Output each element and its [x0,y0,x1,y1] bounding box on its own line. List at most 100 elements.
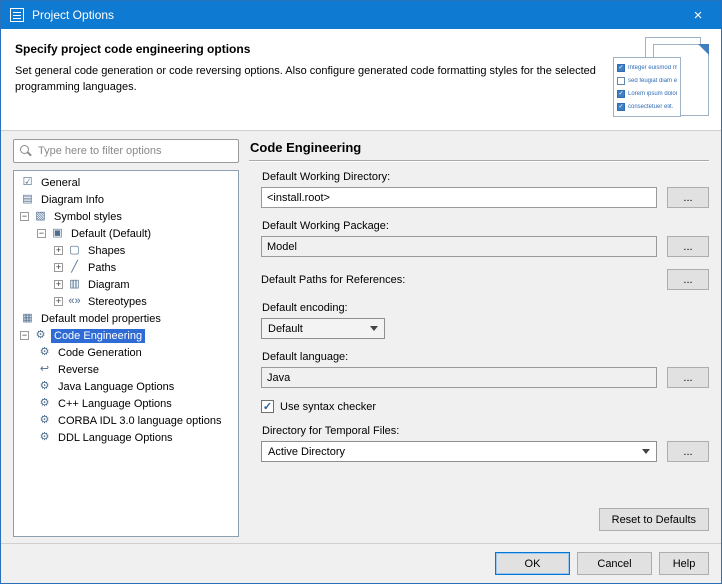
stereotypes-icon: «» [67,296,82,307]
panel-separator [249,160,709,162]
tree-item-paths[interactable]: + ╱ Paths [14,259,238,276]
collapse-toggle[interactable]: − [20,212,29,221]
tree-item-default-default[interactable]: − ▣ Default (Default) [14,225,238,242]
header-title: Specify project code engineering options [15,42,707,56]
browse-language-button[interactable]: ... [667,367,709,388]
project-options-icon [10,8,24,22]
tree-item-label: Diagram [85,278,133,292]
close-icon: × [694,7,703,24]
help-button[interactable]: Help [659,552,709,575]
tree-item-label: Java Language Options [55,380,177,394]
main-content: ☑ General ▤ Diagram Info − ▧ Symbol styl… [1,131,721,543]
default-encoding-select[interactable]: Default [261,318,385,339]
dialog-footer: OK Cancel Help [1,543,721,583]
use-syntax-checker-checkbox[interactable]: ✓ [261,400,274,413]
diagram-icon: ▥ [67,279,82,290]
page-fold-icon [698,44,709,55]
expand-toggle[interactable]: + [54,297,63,306]
collapse-toggle[interactable]: − [37,229,46,238]
use-syntax-checker-label: Use syntax checker [280,401,376,413]
tree-item-label: Symbol styles [51,210,125,224]
tree-item-label: General [38,176,83,190]
ok-button[interactable]: OK [495,552,570,575]
paths-icon: ╱ [67,262,82,273]
header: Specify project code engineering options… [1,29,721,131]
reset-to-defaults-button[interactable]: Reset to Defaults [599,508,709,531]
ddl-options-icon: ⚙ [37,432,52,443]
filter-options-input[interactable] [13,139,239,163]
tree-item-label: Stereotypes [85,295,150,309]
tree-item-corba-idl-language-options[interactable]: ⚙ CORBA IDL 3.0 language options [14,412,238,429]
close-button[interactable]: × [675,1,721,29]
tree-item-label: Default (Default) [68,227,154,241]
checked-checkbox-icon: ✓ [617,90,625,98]
diagram-info-icon: ▤ [20,194,35,205]
tree-item-default-model-properties[interactable]: ▦ Default model properties [14,310,238,327]
model-properties-icon: ▦ [20,313,35,324]
language-options-icon: ⚙ [37,398,52,409]
unchecked-checkbox-icon [617,77,625,85]
paths-for-references-label: Default Paths for References: [261,274,405,286]
tree-item-symbol-styles[interactable]: − ▧ Symbol styles [14,208,238,225]
tree-item-label: Shapes [85,244,128,258]
cancel-button[interactable]: Cancel [577,552,652,575]
tree-item-stereotypes[interactable]: + «» Stereotypes [14,293,238,310]
selected-encoding-value: Default [268,323,303,335]
temporal-files-select[interactable]: Active Directory [261,441,657,462]
checklist-icon: ☑ [20,177,35,188]
panel-title: Code Engineering [250,140,709,155]
doc-check-item: ✓ Lorem ipsum dolor [617,90,677,98]
tree-item-label: C++ Language Options [55,397,175,411]
tree-item-ddl-language-options[interactable]: ⚙ DDL Language Options [14,429,238,446]
collapse-toggle[interactable]: − [20,331,29,340]
tree-item-code-generation[interactable]: ⚙ Code Generation [14,344,238,361]
code-generation-icon: ⚙ [37,347,52,358]
tree-item-code-engineering[interactable]: − ⚙ Code Engineering [14,327,238,344]
default-language-label: Default language: [262,351,709,363]
language-options-icon: ⚙ [37,415,52,426]
shapes-icon: ▢ [67,245,82,256]
default-style-icon: ▣ [50,228,65,239]
expand-toggle[interactable]: + [54,280,63,289]
header-description: Set general code generation or code reve… [15,64,603,96]
checklist-card: ✓ Integer euismod mollis sed feugiat dia… [613,57,681,117]
doc-check-item: ✓ consectetuer elit. [617,103,677,111]
options-tree-column: ☑ General ▤ Diagram Info − ▧ Symbol styl… [13,139,239,537]
code-engineering-form: Default Working Directory: ... Default W… [249,171,709,537]
options-tree: ☑ General ▤ Diagram Info − ▧ Symbol styl… [13,170,239,537]
browse-working-package-button[interactable]: ... [667,236,709,257]
tree-item-java-language-options[interactable]: ⚙ Java Language Options [14,378,238,395]
browse-references-button[interactable]: ... [667,269,709,290]
checked-checkbox-icon: ✓ [617,64,625,72]
tree-item-label: Reverse [55,363,102,377]
tree-item-diagram-info[interactable]: ▤ Diagram Info [14,191,238,208]
browse-working-directory-button[interactable]: ... [667,187,709,208]
tree-item-reverse[interactable]: ↩ Reverse [14,361,238,378]
default-encoding-label: Default encoding: [262,302,709,314]
check-icon: ✓ [263,400,272,413]
doc-item-label: consectetuer elit. [628,104,673,110]
expand-toggle[interactable]: + [54,263,63,272]
tree-item-label: Code Engineering [51,329,145,343]
tree-item-label: Code Generation [55,346,145,360]
dropdown-arrow-icon [642,449,650,454]
default-language-input[interactable] [261,367,657,388]
browse-temporal-files-button[interactable]: ... [667,441,709,462]
dropdown-arrow-icon [370,326,378,331]
filter-box [13,139,239,163]
tree-item-shapes[interactable]: + ▢ Shapes [14,242,238,259]
doc-check-item: sed feugiat diam et. [617,77,677,85]
doc-item-label: Integer euismod mollis [628,65,677,71]
temporal-files-label: Directory for Temporal Files: [262,425,709,437]
tree-item-diagram[interactable]: + ▥ Diagram [14,276,238,293]
tree-item-label: Paths [85,261,119,275]
expand-toggle[interactable]: + [54,246,63,255]
reverse-icon: ↩ [37,364,52,375]
tree-item-cpp-language-options[interactable]: ⚙ C++ Language Options [14,395,238,412]
tree-item-general[interactable]: ☑ General [14,174,238,191]
project-options-dialog: Project Options × Specify project code e… [0,0,722,584]
working-directory-input[interactable] [261,187,657,208]
search-icon [20,145,32,157]
selected-temporal-directory-value: Active Directory [268,446,345,458]
working-package-input[interactable] [261,236,657,257]
